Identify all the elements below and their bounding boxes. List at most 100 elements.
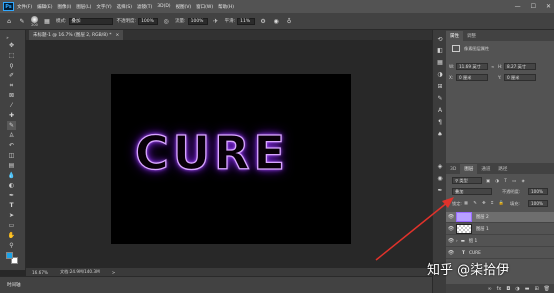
healing-brush-icon[interactable]: ✚ — [7, 111, 16, 120]
layer-filter-icons[interactable]: ▣ ◑ T ▭ ◈ — [486, 178, 527, 183]
layer-row[interactable]: 👁 图层 2 — [446, 212, 554, 223]
brush-tip-icon — [31, 15, 38, 23]
tab-adjustments[interactable]: 调整 — [463, 31, 480, 41]
eraser-icon[interactable]: ◫ — [7, 151, 16, 160]
opacity-field[interactable]: 100% — [138, 17, 159, 25]
layer-row[interactable]: 👁 图层 1 — [446, 224, 554, 235]
move-tool-icon[interactable]: ✥ — [7, 41, 16, 50]
brush-tool-icon[interactable]: ✎ — [18, 17, 26, 25]
brush-tool-active-icon[interactable]: ✎ — [7, 121, 16, 130]
crop-tool-icon[interactable]: ⌗ — [7, 81, 16, 90]
airbrush-icon[interactable]: ✈ — [212, 17, 220, 25]
marquee-tool-icon[interactable]: ⬚ — [7, 51, 16, 60]
path-select-icon[interactable]: ➤ — [7, 211, 16, 220]
tools-panel: » ✥ ⬚ ϙ ✐ ⌗ ⊠ ⁄ ✚ ✎ ♙ ↶ ◫ ▤ 💧 ◐ ✒ T ➤ ▭ … — [0, 30, 26, 270]
menu-type[interactable]: 文字(Y) — [96, 4, 111, 10]
fx-icon[interactable]: fx — [497, 286, 502, 292]
lasso-tool-icon[interactable]: ϙ — [7, 61, 16, 70]
pressure-opacity-icon[interactable]: ◎ — [162, 17, 170, 25]
trash-icon[interactable]: 🗑 — [544, 286, 550, 292]
tab-channels[interactable]: 通道 — [477, 164, 494, 174]
flow-field[interactable]: 100% — [187, 17, 208, 25]
glyphs-panel-icon[interactable]: ♠ — [436, 130, 444, 138]
color-swatches[interactable] — [6, 252, 18, 264]
link-layers-icon[interactable]: ∞ — [487, 286, 491, 292]
menu-filter[interactable]: 滤镜(T) — [137, 4, 152, 10]
zoom-level[interactable]: 16.67% — [32, 270, 48, 275]
menu-help[interactable]: 帮助(H) — [218, 4, 234, 10]
menu-view[interactable]: 视图(V) — [176, 4, 192, 10]
zoom-tool-icon[interactable]: ⚲ — [7, 241, 16, 250]
swatches-panel-icon[interactable]: ▦ — [436, 58, 444, 66]
menu-image[interactable]: 图像(I) — [57, 4, 71, 10]
height-field[interactable]: 8.27 英寸 — [504, 63, 536, 70]
new-group-icon[interactable]: ▬ — [525, 286, 530, 292]
quick-select-icon[interactable]: ✐ — [7, 71, 16, 80]
status-menu-arrow[interactable]: > — [112, 270, 116, 275]
dodge-tool-icon[interactable]: ◐ — [7, 181, 16, 190]
fill-field[interactable]: 100% — [528, 200, 548, 207]
y-field[interactable]: 0 厘米 — [504, 74, 536, 81]
symmetry-icon[interactable]: ♁ — [285, 17, 293, 25]
libraries-panel-icon[interactable]: ⊞ — [436, 82, 444, 90]
shape-tool-icon[interactable]: ▭ — [7, 221, 16, 230]
smooth-field[interactable]: 11% — [237, 17, 256, 25]
home-icon[interactable]: ⌂ — [5, 17, 13, 25]
mask-icon[interactable]: ◘ — [506, 286, 510, 292]
layer-row-text[interactable]: 👁 T CURE — [446, 248, 554, 259]
history-panel-icon[interactable]: ⟲ — [436, 35, 444, 43]
layer-row-group[interactable]: 👁 › ▬ 组 1 — [446, 236, 554, 247]
adjustment-layer-icon[interactable]: ◑ — [515, 286, 519, 292]
layer-opacity-field[interactable]: 100% — [528, 188, 548, 195]
document-canvas[interactable]: CURE — [111, 74, 351, 244]
gradient-icon[interactable]: ▤ — [7, 161, 16, 170]
maximize-button[interactable]: ☐ — [531, 3, 536, 10]
layer-filter-select[interactable]: ⚲ 类型 — [452, 177, 482, 184]
eyedropper-icon[interactable]: ⁄ — [7, 101, 16, 110]
menu-layer[interactable]: 图层(L) — [76, 4, 91, 10]
lock-icons[interactable]: ▦ ✎ ✥ ⌗ 🔒 — [464, 200, 506, 206]
brush-preset-picker[interactable]: 200 — [31, 15, 38, 27]
timeline-tab[interactable]: 时间轴 — [7, 282, 21, 288]
menu-select[interactable]: 选择(S) — [117, 4, 132, 10]
new-layer-icon[interactable]: ⊞ — [534, 286, 538, 292]
pen-tool-icon[interactable]: ✒ — [7, 191, 16, 200]
blur-tool-icon[interactable]: 💧 — [7, 171, 16, 180]
history-brush-icon[interactable]: ↶ — [7, 141, 16, 150]
tab-3d[interactable]: 3D — [446, 165, 460, 174]
adjustments-panel-icon[interactable]: ◑ — [436, 70, 444, 78]
frame-tool-icon[interactable]: ⊠ — [7, 91, 16, 100]
hand-tool-icon[interactable]: ✋ — [7, 231, 16, 240]
document-tab[interactable]: 未标题-1 @ 16.7% (图层 2, RGB/8) * × — [29, 30, 124, 40]
brush-settings-icon[interactable]: ▦ — [43, 17, 51, 25]
tab-paths[interactable]: 路径 — [494, 164, 511, 174]
width-label: W: — [449, 64, 455, 69]
layers-panel-icon[interactable]: ◈ — [436, 162, 444, 170]
mode-select[interactable]: 叠加 — [68, 17, 113, 25]
clone-stamp-icon[interactable]: ♙ — [7, 131, 16, 140]
link-icon[interactable]: ∞ — [491, 64, 495, 69]
pressure-size-icon[interactable]: ◉ — [272, 17, 280, 25]
color-panel-icon[interactable]: ◧ — [436, 46, 444, 54]
timeline-panel: 时间轴 — [0, 276, 432, 293]
character-panel-icon[interactable]: A — [436, 106, 444, 114]
menu-edit[interactable]: 编辑(E) — [37, 4, 52, 10]
annotation-arrowhead — [442, 197, 454, 208]
width-field[interactable]: 11.69 英寸 — [456, 63, 488, 70]
minimize-button[interactable]: — — [515, 3, 521, 10]
type-tool-icon[interactable]: T — [7, 201, 16, 210]
tab-properties[interactable]: 属性 — [446, 31, 463, 41]
gear-icon[interactable]: ⚙ — [259, 17, 267, 25]
document-size-info: 文档:24.9M/140.3M — [59, 269, 100, 274]
x-field[interactable]: 0 厘米 — [456, 74, 488, 81]
document-tab-close-icon[interactable]: × — [116, 33, 120, 38]
foreground-color-swatch[interactable] — [6, 252, 13, 259]
menu-file[interactable]: 文件(F) — [17, 4, 32, 10]
tab-layers[interactable]: 图层 — [460, 164, 478, 174]
close-button[interactable]: ✕ — [546, 3, 551, 10]
channels-panel-icon[interactable]: ◉ — [436, 174, 444, 182]
brushes-panel-icon[interactable]: ✎ — [436, 94, 444, 102]
menu-3d[interactable]: 3D(D) — [157, 4, 170, 9]
menu-window[interactable]: 窗口(W) — [196, 4, 213, 10]
paragraph-panel-icon[interactable]: ¶ — [436, 118, 444, 126]
